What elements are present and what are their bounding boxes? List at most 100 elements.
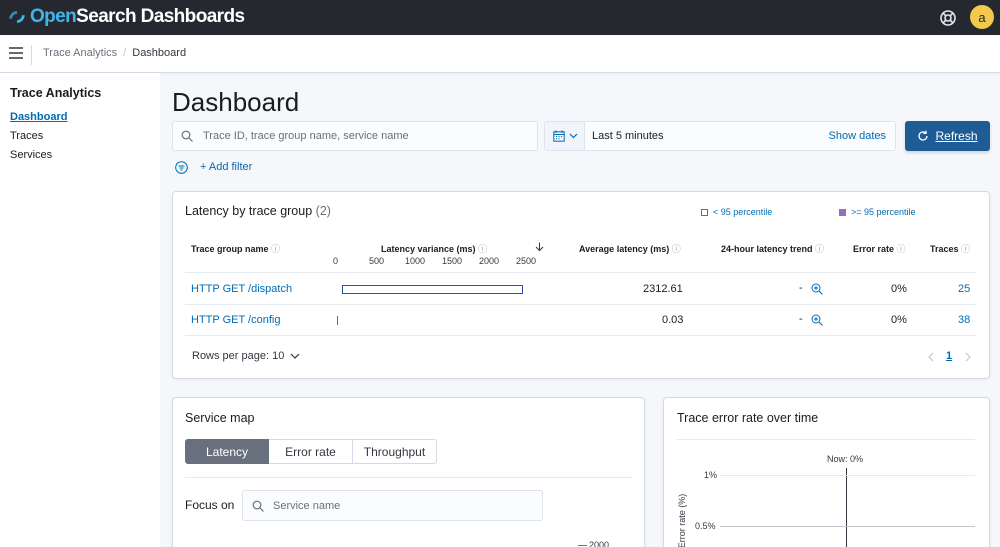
rows-per-page-selector[interactable]: Rows per page: 10 — [192, 350, 300, 362]
row-divider — [185, 272, 976, 273]
help-lifebuoy-icon[interactable] — [938, 8, 958, 28]
chevron-down-icon — [290, 353, 300, 359]
metric-error-rate-button[interactable]: Error rate — [269, 439, 353, 464]
legend-above-95: >= 95 percentile — [839, 207, 916, 217]
filter-icon[interactable] — [175, 161, 188, 174]
col-header-latency-variance[interactable]: Latency variance (ms) ⓘ — [381, 242, 487, 255]
col-header-average-latency[interactable]: Average latency (ms) ⓘ — [579, 242, 681, 255]
side-nav-item-services[interactable]: Services — [10, 149, 52, 161]
chevron-down-icon — [569, 133, 578, 139]
date-range-text[interactable]: Last 5 minutes — [592, 130, 664, 142]
opensearch-logo[interactable]: OpenSearch Dashboards — [8, 6, 245, 28]
search-icon — [252, 500, 264, 512]
col-header-latency-trend[interactable]: 24-hour latency trend ⓘ — [721, 242, 824, 255]
focus-on-label: Focus on — [185, 498, 235, 512]
now-marker-line — [846, 468, 847, 547]
breadcrumb-bar: Trace Analytics / Dashboard — [0, 35, 1000, 73]
search-field[interactable]: Trace ID, trace group name, service name — [172, 121, 538, 151]
avg-latency-value: 0.03 — [662, 314, 684, 326]
metric-throughput-button[interactable]: Throughput — [353, 439, 437, 464]
search-icon — [181, 130, 193, 142]
divider — [677, 439, 975, 440]
row-divider — [185, 304, 976, 305]
error-rate-value: 0% — [891, 283, 907, 295]
avg-latency-value: 2312.61 — [643, 283, 683, 295]
breadcrumb-separator: / — [123, 47, 127, 59]
col-header-error-rate[interactable]: Error rate ⓘ — [853, 242, 906, 255]
side-nav-item-traces[interactable]: Traces — [10, 130, 43, 142]
col-header-trace-group[interactable]: Trace group name ⓘ — [191, 242, 280, 255]
side-nav-item-dashboard[interactable]: Dashboard — [10, 111, 67, 123]
legend-label-above: >= 95 percentile — [851, 207, 916, 217]
trace-group-link-config[interactable]: HTTP GET /config — [191, 314, 280, 326]
legend-label-below: < 95 percentile — [713, 207, 773, 217]
legend-swatch-below — [701, 208, 708, 216]
refresh-label: Refresh — [935, 129, 978, 143]
opensearch-logo-icon — [9, 11, 25, 23]
axis-tick: 1500 — [442, 256, 463, 266]
y-tick-label: 0.5% — [695, 521, 716, 531]
latency-panel-title: Latency by trace group (2) — [185, 204, 331, 218]
refresh-icon — [918, 130, 929, 141]
date-picker[interactable]: Last 5 minutes Show dates — [544, 121, 896, 151]
gridline — [720, 526, 975, 527]
quick-select-button[interactable] — [545, 122, 585, 150]
rows-per-page-label: Rows per page: 10 — [192, 350, 285, 362]
info-icon: ⓘ — [271, 244, 281, 254]
user-avatar[interactable]: a — [970, 5, 994, 29]
calendar-icon — [553, 130, 565, 142]
trend-value: - — [799, 313, 803, 325]
latency-variance-bar[interactable] — [341, 285, 524, 294]
metric-latency-button[interactable]: Latency — [185, 439, 269, 464]
side-nav: Trace Analytics Dashboard Traces Service… — [0, 73, 160, 547]
info-icon: ⓘ — [896, 244, 906, 254]
row-divider — [185, 335, 976, 336]
add-filter-button[interactable]: + Add filter — [200, 161, 252, 173]
breadcrumb-dashboard: Dashboard — [132, 47, 187, 59]
latency-variance-bar[interactable] — [336, 316, 338, 325]
y-axis-label: Error rate (%) — [677, 493, 687, 547]
legend-swatch-above — [839, 208, 846, 216]
service-map-title: Service map — [185, 411, 255, 425]
breadcrumb-trace-analytics[interactable]: Trace Analytics — [43, 47, 117, 59]
traces-count-link[interactable]: 25 — [958, 283, 970, 295]
legend-below-95: < 95 percentile — [701, 207, 772, 217]
search-placeholder: Trace ID, trace group name, service name — [203, 130, 409, 142]
service-name-input[interactable]: Service name — [242, 490, 543, 521]
traces-count-link[interactable]: 38 — [958, 314, 970, 326]
refresh-button[interactable]: Refresh — [905, 121, 990, 151]
error-rate-panel-title: Trace error rate over time — [677, 411, 819, 425]
info-icon: ⓘ — [478, 244, 488, 254]
error-rate-value: 0% — [891, 314, 907, 326]
divider — [185, 477, 632, 478]
page-title: Dashboard — [172, 87, 300, 117]
trace-group-link-dispatch[interactable]: HTTP GET /dispatch — [191, 283, 292, 295]
breadcrumb: Trace Analytics / Dashboard — [43, 47, 186, 59]
info-icon: ⓘ — [815, 244, 825, 254]
top-bar: OpenSearch Dashboards a — [0, 0, 1000, 35]
divider — [31, 45, 32, 65]
service-name-placeholder: Service name — [273, 500, 341, 512]
hamburger-menu-icon[interactable] — [9, 47, 23, 59]
axis-tick: 2500 — [516, 256, 537, 266]
brand-text-open: Open — [30, 6, 77, 27]
pagination-next-icon[interactable] — [964, 352, 972, 362]
col-header-traces[interactable]: Traces ⓘ — [930, 242, 970, 255]
legend-tick — [578, 545, 587, 546]
pagination-page-1[interactable]: 1 — [946, 350, 952, 362]
magnify-plus-icon[interactable] — [811, 314, 823, 326]
show-dates-link[interactable]: Show dates — [829, 130, 886, 142]
latency-title-text: Latency by trace group — [185, 204, 313, 218]
brand-text-rest: Search Dashboards — [76, 6, 245, 27]
now-annotation: Now: 0% — [827, 454, 864, 464]
pagination-prev-icon[interactable] — [927, 352, 935, 362]
side-nav-title: Trace Analytics — [10, 86, 102, 100]
service-map-metric-toggle: Latency Error rate Throughput — [185, 439, 437, 464]
info-icon: ⓘ — [671, 244, 681, 254]
axis-tick: 2000 — [479, 256, 500, 266]
trend-value: - — [799, 282, 803, 294]
axis-tick: 500 — [369, 256, 385, 266]
magnify-plus-icon[interactable] — [811, 283, 823, 295]
sort-arrow-down-icon[interactable] — [535, 242, 544, 252]
axis-tick: 0 — [333, 256, 339, 266]
